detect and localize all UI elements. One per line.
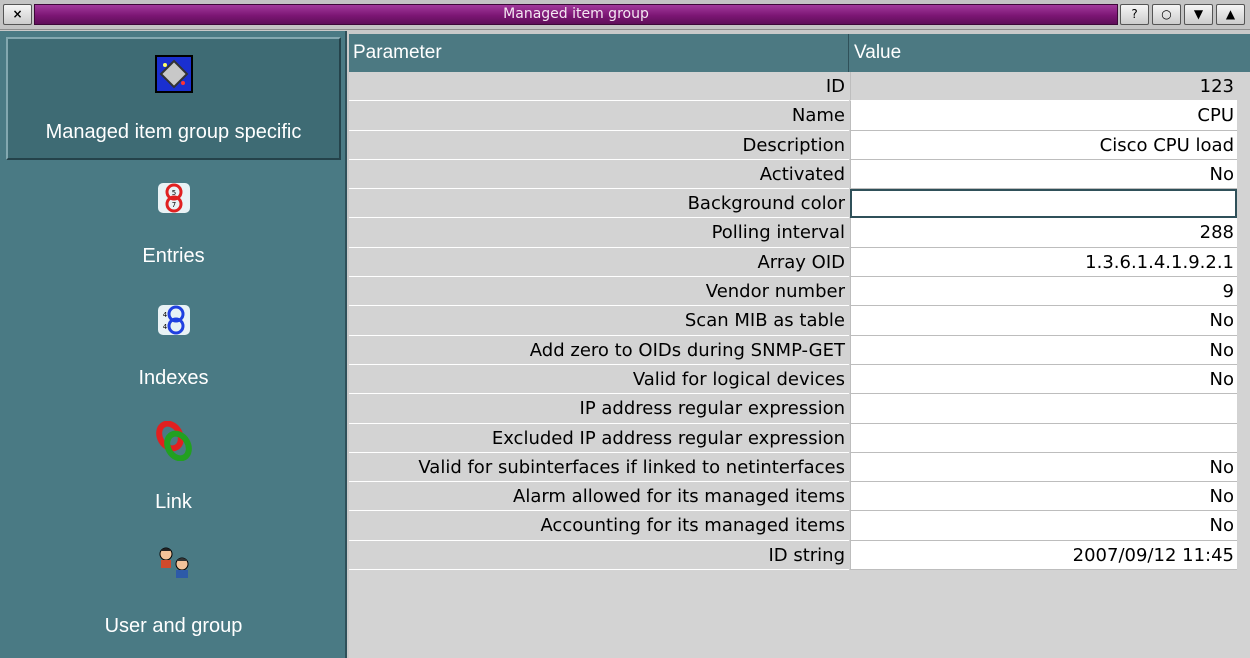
value-cell[interactable]: 288 [850,218,1237,248]
maximize-button[interactable]: ▲ [1216,4,1245,25]
sidebar-item-label: Managed item group specific [45,121,302,143]
value-cell[interactable] [850,394,1237,424]
table-row[interactable]: Polling interval 288 [349,218,1250,248]
minimize-button[interactable]: ▼ [1184,4,1213,25]
users-icon [154,545,194,585]
table-row[interactable]: ID 123 [349,72,1250,102]
column-header-value[interactable]: Value [850,34,1250,72]
sidebar-item-entries[interactable]: 5 7 Entries [6,161,341,281]
sidebar-item-label: Entries [142,245,205,267]
parameter-cell: Description [349,130,849,160]
table-row[interactable]: Array OID 1.3.6.1.4.1.9.2.1 [349,247,1250,278]
table-row[interactable]: Background color [349,189,1250,219]
svg-text:5: 5 [171,189,175,197]
value-cell[interactable]: No [850,452,1237,483]
parameter-cell: Valid for logical devices [349,364,849,395]
parameter-cell: IP address regular expression [349,394,849,424]
indexes-icon: 4 4 [156,302,192,344]
table-row[interactable]: Alarm allowed for its managed items No [349,482,1250,512]
value-cell: 123 [850,72,1237,102]
parameter-cell: Add zero to OIDs during SNMP-GET [349,335,849,365]
title-strip[interactable]: Managed item group [34,4,1118,25]
value-cell[interactable]: No [850,364,1237,395]
parameter-cell: Scan MIB as table [349,306,849,336]
parameter-cell: ID string [349,540,849,571]
value-cell[interactable]: Cisco CPU load [850,130,1237,160]
table-row[interactable]: Scan MIB as table No [349,306,1250,336]
parameter-cell: Alarm allowed for its managed items [349,482,849,512]
value-cell[interactable]: No [850,306,1237,336]
managed-item-group-icon [154,55,193,99]
value-cell[interactable] [850,189,1237,219]
table-row[interactable]: Activated No [349,159,1250,190]
close-button[interactable]: × [3,4,32,25]
value-cell[interactable]: CPU [850,101,1237,131]
svg-text:4: 4 [162,323,167,331]
table-row[interactable]: Accounting for its managed items No [349,511,1250,541]
parameter-cell: Accounting for its managed items [349,511,849,541]
parameter-cell: Valid for subinterfaces if linked to net… [349,452,849,483]
sidebar-item-link[interactable]: Link [6,405,341,525]
parameter-cell: Vendor number [349,277,849,307]
parameter-cell: Polling interval [349,218,849,248]
table-right-edge [1237,72,1250,658]
svg-text:7: 7 [171,201,175,209]
value-cell[interactable]: 9 [850,277,1237,307]
value-cell[interactable]: No [850,159,1237,190]
parameter-cell: Excluded IP address regular expression [349,423,849,453]
restore-button[interactable]: ○ [1152,4,1181,25]
sidebar-item-user-and-group[interactable]: User and group [6,527,341,651]
help-button[interactable]: ? [1120,4,1149,25]
table-body: ID 123 Name CPU Description Cisco CPU load Act… [349,72,1250,571]
link-icon [155,420,193,467]
sidebar-item-managed-item-group-specific[interactable]: Managed item group specific [6,37,341,160]
sidebar-item-label: Link [155,491,192,513]
table-row[interactable]: IP address regular expression [349,394,1250,424]
sidebar: Managed item group specific 5 7 Entries … [0,31,347,658]
column-header-parameter[interactable]: Parameter [349,34,849,72]
table-row[interactable]: Name CPU [349,101,1250,131]
parameter-cell: ID [349,72,849,102]
window-title: Managed item group [503,6,649,22]
value-cell[interactable]: No [850,511,1237,541]
value-cell[interactable]: No [850,482,1237,512]
table-row[interactable]: ID string 2007/09/12 11:45 [349,540,1250,571]
parameter-cell: Background color [349,189,849,219]
sidebar-item-label: Indexes [138,367,209,389]
value-cell[interactable]: No [850,335,1237,365]
table-row[interactable]: Valid for logical devices No [349,364,1250,395]
parameter-cell: Activated [349,159,849,190]
sidebar-item-label: User and group [104,615,243,637]
title-bar: × Managed item group ? ○ ▼ ▲ [0,0,1250,30]
table-row[interactable]: Valid for subinterfaces if linked to net… [349,452,1250,483]
value-cell[interactable]: 1.3.6.1.4.1.9.2.1 [850,247,1237,278]
table-row[interactable]: Excluded IP address regular expression [349,423,1250,453]
value-cell[interactable] [850,423,1237,453]
window-controls: ? ○ ▼ ▲ [1120,4,1247,25]
table-header: Parameter Value [349,34,1250,72]
table-row[interactable]: Add zero to OIDs during SNMP-GET No [349,335,1250,365]
entries-icon: 5 7 [156,180,192,222]
parameter-cell: Name [349,101,849,131]
properties-table: Parameter Value ID 123 Name CPU Description C… [349,34,1250,658]
svg-text:4: 4 [162,311,167,319]
table-row[interactable]: Description Cisco CPU load [349,130,1250,160]
table-row[interactable]: Vendor number 9 [349,277,1250,307]
parameter-cell: Array OID [349,247,849,278]
sidebar-item-indexes[interactable]: 4 4 Indexes [6,283,341,403]
value-cell[interactable]: 2007/09/12 11:45 [850,540,1237,571]
